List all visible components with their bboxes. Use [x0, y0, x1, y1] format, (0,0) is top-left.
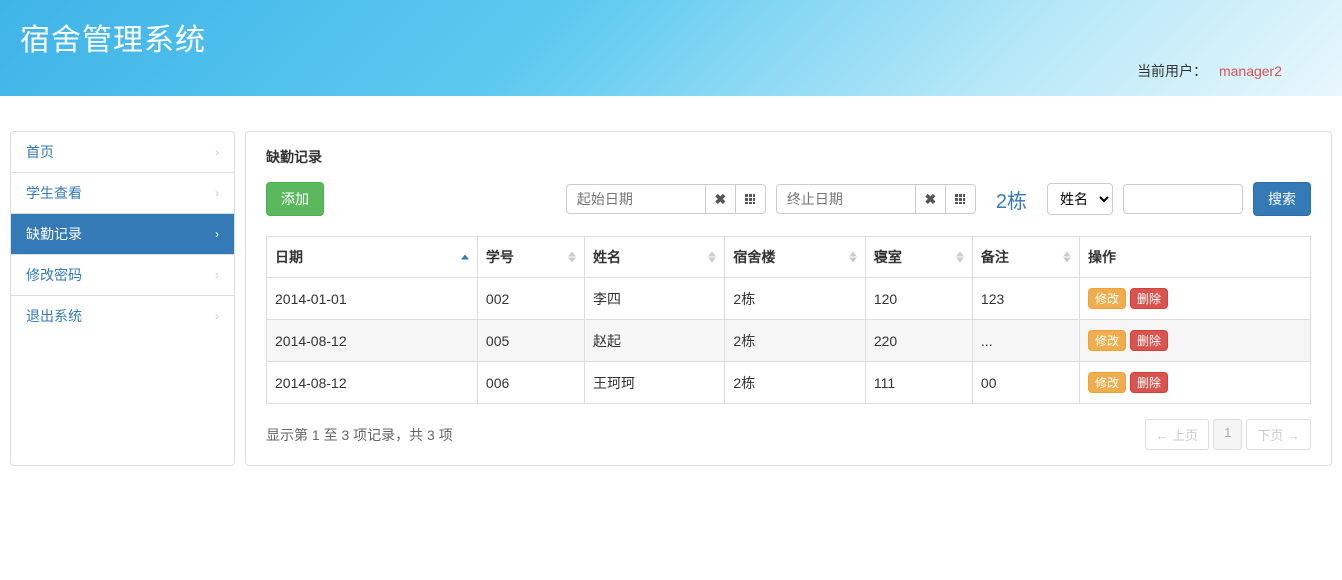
user-label-text: 当前用户：: [1137, 63, 1207, 79]
search-button[interactable]: 搜索: [1253, 182, 1311, 216]
date-start-clear-button[interactable]: ✖: [706, 184, 736, 214]
sidebar-item-label: 缺勤记录: [26, 224, 82, 244]
add-button[interactable]: 添加: [266, 182, 324, 216]
chevron-right-icon: ›: [215, 268, 219, 282]
cell-date: 2014-01-01: [267, 278, 478, 320]
date-end-clear-button[interactable]: ✖: [916, 184, 946, 214]
close-icon: ✖: [925, 191, 937, 208]
calendar-grid-icon: [745, 194, 755, 204]
cell-remark: 00: [972, 362, 1079, 404]
cell-room: 111: [865, 362, 972, 404]
sort-icon: [461, 255, 469, 260]
sidebar-item-label: 首页: [26, 142, 54, 162]
sidebar-item-label: 学生查看: [26, 183, 82, 203]
panel-title: 缺勤记录: [266, 147, 1311, 167]
cell-building: 2栋: [725, 362, 865, 404]
app-title: 宿舍管理系统: [20, 15, 1322, 59]
delete-button[interactable]: 删除: [1130, 330, 1168, 351]
records-info: 显示第 1 至 3 项记录，共 3 项: [266, 425, 453, 445]
delete-button[interactable]: 删除: [1130, 372, 1168, 393]
cell-actions: 修改删除: [1080, 278, 1311, 320]
chevron-right-icon: ›: [215, 186, 219, 200]
cell-remark: ...: [972, 320, 1079, 362]
pager-prev-button[interactable]: ← 上页: [1145, 419, 1210, 450]
date-end-input[interactable]: [776, 184, 916, 214]
building-label: 2栋: [996, 185, 1027, 214]
sidebar-item-label: 修改密码: [26, 265, 82, 285]
sidebar-item-4[interactable]: 退出系统 ›: [11, 296, 234, 336]
table-row: 2014-08-12006王珂珂2栋11100修改删除: [267, 362, 1311, 404]
delete-button[interactable]: 删除: [1130, 288, 1168, 309]
cell-name: 王珂珂: [585, 362, 725, 404]
main-panel: 缺勤记录 添加 ✖ ✖ 2栋 姓名 搜索 日期学号姓名宿舍楼寝室备注: [245, 131, 1332, 466]
pager-next-button[interactable]: 下页 →: [1246, 419, 1311, 450]
pager-page-1[interactable]: 1: [1213, 419, 1242, 450]
header: 宿舍管理系统 当前用户： manager2: [0, 0, 1342, 96]
edit-button[interactable]: 修改: [1088, 288, 1126, 309]
cell-remark: 123: [972, 278, 1079, 320]
current-user-label: 当前用户： manager2: [1137, 61, 1282, 81]
cell-date: 2014-08-12: [267, 362, 478, 404]
toolbar: 添加 ✖ ✖ 2栋 姓名 搜索: [266, 182, 1311, 216]
sort-icon: [568, 252, 576, 263]
username: manager2: [1219, 63, 1282, 79]
table-footer: 显示第 1 至 3 项记录，共 3 项 ← 上页 1 下页 →: [266, 419, 1311, 450]
cell-name: 李四: [585, 278, 725, 320]
table-row: 2014-08-12005赵起2栋220...修改删除: [267, 320, 1311, 362]
records-table: 日期学号姓名宿舍楼寝室备注操作 2014-01-01002李四2栋120123修…: [266, 236, 1311, 404]
sort-icon: [708, 252, 716, 263]
chevron-right-icon: ›: [215, 227, 219, 241]
column-header[interactable]: 备注: [972, 237, 1079, 278]
sidebar: 首页 › 学生查看 › 缺勤记录 › 修改密码 › 退出系统 ›: [10, 131, 235, 466]
cell-date: 2014-08-12: [267, 320, 478, 362]
sidebar-item-1[interactable]: 学生查看 ›: [11, 173, 234, 214]
date-end-group: ✖: [776, 184, 976, 214]
table-row: 2014-01-01002李四2栋120123修改删除: [267, 278, 1311, 320]
date-start-picker-button[interactable]: [736, 184, 766, 214]
cell-actions: 修改删除: [1080, 362, 1311, 404]
column-header: 操作: [1080, 237, 1311, 278]
pager: ← 上页 1 下页 →: [1145, 419, 1311, 450]
close-icon: ✖: [715, 191, 727, 208]
column-header[interactable]: 日期: [267, 237, 478, 278]
chevron-right-icon: ›: [215, 145, 219, 159]
filter-field-select[interactable]: 姓名: [1047, 183, 1113, 215]
edit-button[interactable]: 修改: [1088, 372, 1126, 393]
column-header[interactable]: 宿舍楼: [725, 237, 865, 278]
cell-sid: 005: [477, 320, 584, 362]
cell-name: 赵起: [585, 320, 725, 362]
sidebar-item-2[interactable]: 缺勤记录 ›: [11, 214, 234, 255]
chevron-right-icon: ›: [215, 309, 219, 323]
date-start-input[interactable]: [566, 184, 706, 214]
cell-room: 220: [865, 320, 972, 362]
cell-sid: 006: [477, 362, 584, 404]
column-header[interactable]: 学号: [477, 237, 584, 278]
sidebar-item-label: 退出系统: [26, 306, 82, 326]
cell-building: 2栋: [725, 278, 865, 320]
sort-icon: [849, 252, 857, 263]
edit-button[interactable]: 修改: [1088, 330, 1126, 351]
date-end-picker-button[interactable]: [946, 184, 976, 214]
cell-actions: 修改删除: [1080, 320, 1311, 362]
date-start-group: ✖: [566, 184, 766, 214]
sidebar-item-3[interactable]: 修改密码 ›: [11, 255, 234, 296]
calendar-grid-icon: [955, 194, 965, 204]
cell-sid: 002: [477, 278, 584, 320]
sidebar-item-0[interactable]: 首页 ›: [11, 132, 234, 173]
column-header[interactable]: 寝室: [865, 237, 972, 278]
column-header[interactable]: 姓名: [585, 237, 725, 278]
search-input[interactable]: [1123, 184, 1243, 214]
sort-icon: [956, 252, 964, 263]
sort-icon: [1063, 252, 1071, 263]
cell-room: 120: [865, 278, 972, 320]
cell-building: 2栋: [725, 320, 865, 362]
